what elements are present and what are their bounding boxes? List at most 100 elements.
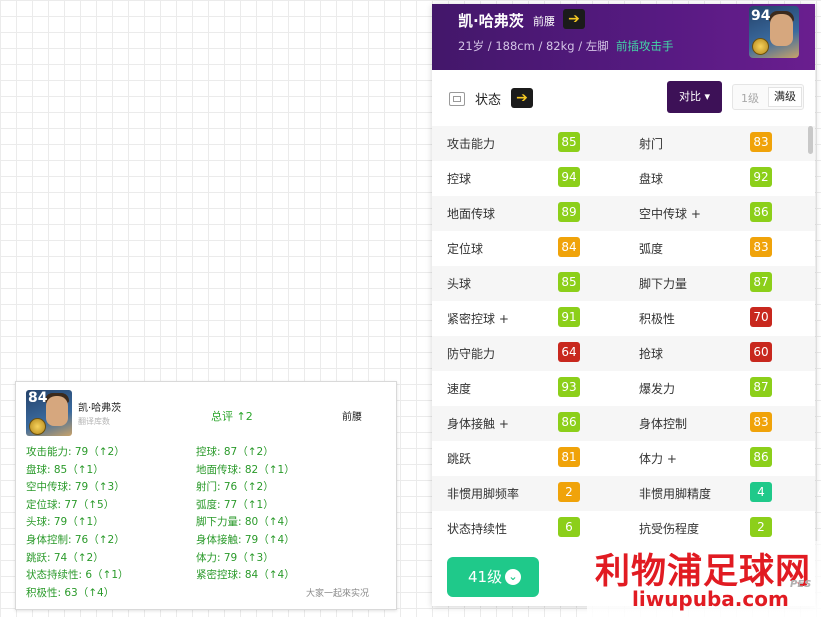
overall-rating: 94	[751, 8, 771, 24]
mini-stat-row: 盘球: 85（↑1）	[26, 463, 104, 476]
site-watermark: 利物浦足球网 liwupuba.com PES	[587, 541, 821, 617]
level-select-button[interactable]: 41级 ⌄	[447, 557, 539, 597]
mini-stat-row: 脚下力量: 80（↑4）	[196, 516, 295, 529]
stat-label: 抢球	[639, 347, 664, 361]
stat-value-badge: 92	[750, 167, 772, 187]
player-avatar: 84	[26, 390, 72, 436]
player-detail-panel: 凯·哈弗茨 前腰 ➔ 21岁 / 188cm / 82kg / 左脚 前插攻击手…	[432, 4, 815, 606]
player-info: 21岁 / 188cm / 82kg / 左脚	[458, 39, 609, 53]
stat-value-badge: 84	[558, 237, 580, 257]
pes-logo: PES	[790, 579, 812, 590]
stat-value-badge: 4	[750, 482, 772, 502]
stat-label: 射门	[639, 137, 664, 151]
level-1-option[interactable]: 1级	[741, 90, 759, 106]
player-role: 前插攻击手	[616, 39, 674, 53]
mini-stat-row: 地面传球: 82（↑1）	[196, 463, 295, 476]
stat-value-badge: 2	[750, 517, 772, 537]
stat-row: 地面传球 89 空中传球 + 86	[432, 196, 815, 231]
stat-row: 头球 85 脚下力量 87	[432, 266, 815, 301]
stat-label: 非惯用脚精度	[639, 487, 712, 501]
stat-row: 控球 94 盘球 92	[432, 161, 815, 196]
mini-stat-row: 攻击能力: 79（↑2）	[26, 446, 125, 458]
chevron-down-icon: ⌄	[505, 569, 521, 585]
scrollbar[interactable]	[808, 126, 813, 154]
stat-value-badge: 85	[558, 272, 580, 292]
level-toggle: 1级 满级	[732, 84, 804, 110]
player-name: 凯·哈弗茨	[458, 12, 524, 30]
stat-value-badge: 83	[750, 132, 772, 152]
stat-value-badge: 86	[750, 447, 772, 467]
stat-label: 状态持续性	[447, 522, 508, 536]
stat-label: 脚下力量	[639, 277, 688, 291]
stat-value-badge: 89	[558, 202, 580, 222]
stat-value-badge: 83	[750, 237, 772, 257]
stat-row: 防守能力 64 抢球 60	[432, 336, 815, 371]
mini-stat-row: 头球: 79（↑1）	[26, 516, 104, 529]
stat-value-badge: 64	[558, 342, 580, 362]
status-icon	[449, 92, 465, 106]
watermark-url: liwupuba.com	[632, 587, 789, 611]
stat-label: 速度	[447, 382, 472, 396]
stat-value-badge: 94	[558, 167, 580, 187]
stat-value-badge: 70	[750, 307, 772, 327]
mini-stat-row: 控球: 87（↑2）	[196, 446, 274, 458]
stat-value-badge: 86	[558, 412, 580, 432]
mini-stat-row: 体力: 79（↑3）	[196, 551, 274, 564]
stat-label: 控球	[447, 172, 472, 186]
stat-value-badge: 6	[558, 517, 580, 537]
mini-card-header: 84 凯·哈弗茨 翻译库数 总评 ↑2 前腰	[26, 390, 386, 436]
mini-stat-row: 跳跃: 74（↑2）	[26, 551, 104, 564]
player-header: 凯·哈弗茨 前腰 ➔ 21岁 / 188cm / 82kg / 左脚 前插攻击手…	[432, 4, 815, 70]
stat-row: 攻击能力 85 射门 83	[432, 126, 815, 161]
stat-value-badge: 87	[750, 377, 772, 397]
stat-label: 体力 +	[639, 452, 677, 466]
compare-button[interactable]: 对比 ▾	[667, 81, 722, 113]
stat-label: 身体控制	[639, 417, 688, 431]
medal-icon	[29, 418, 46, 435]
mini-stat-row: 身体控制: 76（↑2）	[26, 533, 125, 546]
stat-row: 速度 93 爆发力 87	[432, 371, 815, 406]
stat-value-badge: 93	[558, 377, 580, 397]
mini-stat-row: 紧密控球: 84（↑4）	[196, 569, 295, 582]
mini-stats-left-column: 攻击能力: 79（↑2） 盘球: 85（↑1） 空中传球: 79（↑3） 定位球…	[26, 444, 129, 602]
level-max-option[interactable]: 满级	[768, 87, 802, 107]
stat-label: 地面传球	[447, 207, 496, 221]
mini-stat-row: 定位球: 77（↑5）	[26, 498, 115, 511]
player-position: 前腰	[342, 412, 362, 423]
stat-row: 跳跃 81 体力 + 86	[432, 441, 815, 476]
mini-stats-right-column: 控球: 87（↑2） 地面传球: 82（↑1） 射门: 76（↑2） 弧度: 7…	[196, 444, 295, 585]
avatar-face	[770, 14, 793, 46]
stat-label: 爆发力	[639, 382, 676, 396]
arrow-right-icon[interactable]: ➔	[563, 9, 585, 29]
mini-stat-row: 弧度: 77（↑1）	[196, 498, 274, 511]
player-subtitle: 翻译库数	[78, 417, 110, 426]
stat-value-badge: 87	[750, 272, 772, 292]
mini-stat-row: 身体接触: 79（↑4）	[196, 533, 295, 546]
stat-row: 紧密控球 + 91 积极性 70	[432, 301, 815, 336]
stat-label: 弧度	[639, 242, 664, 256]
stat-label: 防守能力	[447, 347, 496, 361]
mini-stat-row: 状态持续性: 6（↑1）	[26, 569, 129, 582]
stat-label: 空中传球 +	[639, 207, 701, 221]
stat-label: 非惯用脚频率	[447, 487, 520, 501]
player-name: 凯·哈弗茨	[78, 403, 122, 414]
stat-value-badge: 86	[750, 202, 772, 222]
watermark-text: 大家一起來实况	[306, 589, 370, 599]
medal-icon	[752, 38, 769, 55]
stat-value-badge: 85	[558, 132, 580, 152]
status-label: 状态	[475, 93, 502, 108]
stats-toolbar: 状态 ➔ 对比 ▾ 1级 满级	[432, 70, 815, 126]
stat-row: 非惯用脚频率 2 非惯用脚精度 4	[432, 476, 815, 511]
player-avatar: 94	[749, 6, 799, 58]
arrow-right-icon[interactable]: ➔	[511, 88, 533, 108]
overall-rating: 84	[28, 390, 48, 406]
stat-value-badge: 2	[558, 482, 580, 502]
stat-label: 紧密控球 +	[447, 312, 509, 326]
stat-value-badge: 83	[750, 412, 772, 432]
total-rating-change: 总评 ↑2	[211, 410, 253, 423]
avatar-face	[46, 396, 68, 426]
player-position: 前腰	[533, 15, 555, 28]
stat-value-badge: 60	[750, 342, 772, 362]
stat-row: 身体接触 + 86 身体控制 83	[432, 406, 815, 441]
stat-label: 定位球	[447, 242, 484, 256]
